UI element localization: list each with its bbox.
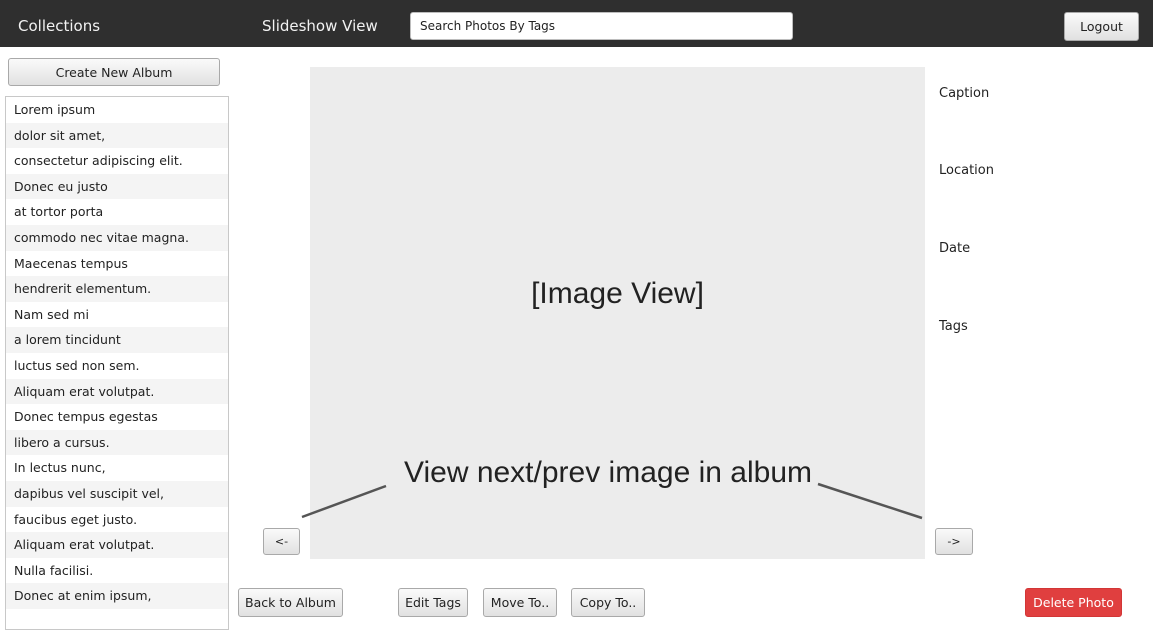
album-list-item[interactable]: consectetur adipiscing elit. <box>6 148 228 174</box>
location-label: Location <box>939 163 994 178</box>
album-list-item[interactable]: dapibus vel suscipit vel, <box>6 480 228 507</box>
album-list-item[interactable]: Lorem ipsum <box>6 97 228 123</box>
logout-button[interactable]: Logout <box>1064 12 1139 41</box>
collections-link[interactable]: Collections <box>18 17 100 35</box>
album-list-item[interactable]: at tortor porta <box>6 199 228 225</box>
tags-label: Tags <box>939 319 968 334</box>
album-list-item[interactable]: luctus sed non sem. <box>6 353 228 379</box>
image-view-label: [Image View] <box>531 277 704 310</box>
move-to-button[interactable]: Move To.. <box>483 588 557 617</box>
delete-photo-button[interactable]: Delete Photo <box>1025 588 1122 617</box>
album-list-item[interactable]: hendrerit elementum. <box>6 276 228 302</box>
album-list-item[interactable]: libero a cursus. <box>6 429 228 456</box>
copy-to-button[interactable]: Copy To.. <box>571 588 645 617</box>
album-list-item[interactable]: a lorem tincidunt <box>6 327 228 353</box>
caption-label: Caption <box>939 86 990 101</box>
album-list-item[interactable]: Nulla facilisi. <box>6 558 228 584</box>
album-list-item[interactable]: dolor sit amet, <box>6 122 228 149</box>
album-list-item[interactable]: Nam sed mi <box>6 302 228 328</box>
edit-tags-button[interactable]: Edit Tags <box>398 588 468 617</box>
date-label: Date <box>939 241 971 256</box>
album-list-item[interactable]: Donec eu justo <box>6 173 228 200</box>
album-list-item[interactable]: Aliquam erat volutpat. <box>6 378 228 405</box>
album-list-item[interactable]: Aliquam erat volutpat. <box>6 532 228 558</box>
album-list-item[interactable]: commodo nec vitae magna. <box>6 224 228 251</box>
slideshow-view-title: Slideshow View <box>262 17 378 35</box>
album-list-item[interactable]: In lectus nunc, <box>6 455 228 481</box>
next-image-button[interactable]: -> <box>935 528 973 555</box>
album-list-item[interactable]: Donec tempus egestas <box>6 404 228 430</box>
top-bar: Collections Slideshow View Logout <box>0 0 1153 47</box>
annotation-text: View next/prev image in album <box>404 456 812 489</box>
prev-image-button[interactable]: <- <box>263 528 300 555</box>
create-album-button[interactable]: Create New Album <box>8 58 220 86</box>
album-list-item[interactable]: Donec at enim ipsum, <box>6 583 228 609</box>
back-to-album-button[interactable]: Back to Album <box>238 588 343 617</box>
album-list-item[interactable]: Maecenas tempus <box>6 251 228 277</box>
search-tags-input[interactable] <box>410 12 793 40</box>
album-list[interactable]: Lorem ipsum dolor sit amet, consectetur ad… <box>5 96 229 630</box>
album-list-item[interactable]: faucibus eget justo. <box>6 507 228 533</box>
